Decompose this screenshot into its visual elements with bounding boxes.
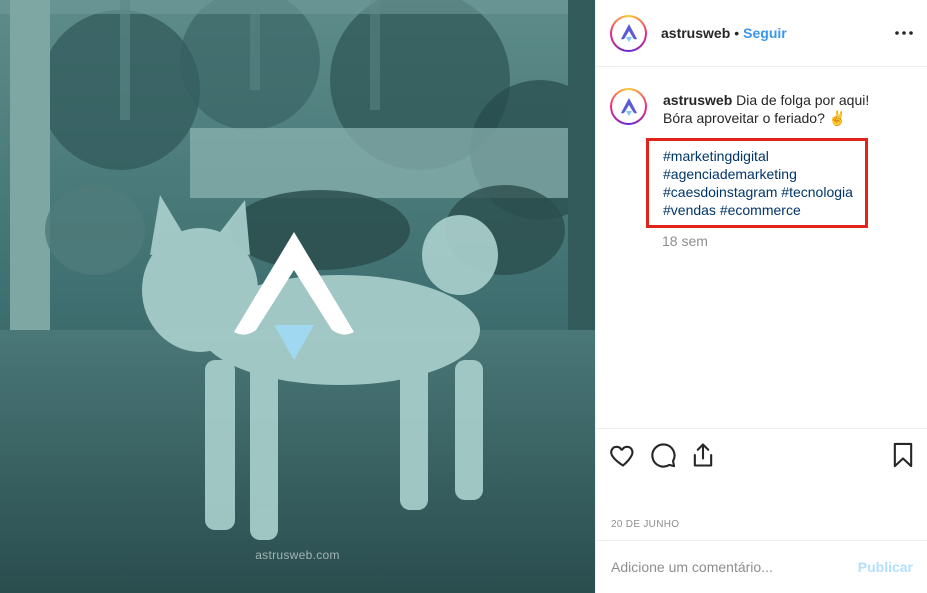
publish-button[interactable]: Publicar bbox=[858, 559, 913, 575]
post-date[interactable]: 20 DE JUNHO bbox=[611, 519, 679, 530]
bookmark-icon[interactable] bbox=[889, 441, 919, 471]
heart-icon[interactable] bbox=[609, 441, 639, 471]
share-icon[interactable] bbox=[689, 441, 719, 471]
image-watermark: astrusweb.com bbox=[255, 548, 340, 562]
comment-bar: Publicar bbox=[595, 540, 927, 593]
action-bar bbox=[595, 428, 927, 488]
panel-bottom: 20 DE JUNHO Publicar bbox=[595, 0, 927, 593]
comment-icon[interactable] bbox=[649, 441, 679, 471]
post-image[interactable]: astrusweb.com bbox=[0, 0, 595, 593]
post-photo-illustration bbox=[0, 0, 595, 593]
comment-input[interactable] bbox=[611, 559, 858, 575]
